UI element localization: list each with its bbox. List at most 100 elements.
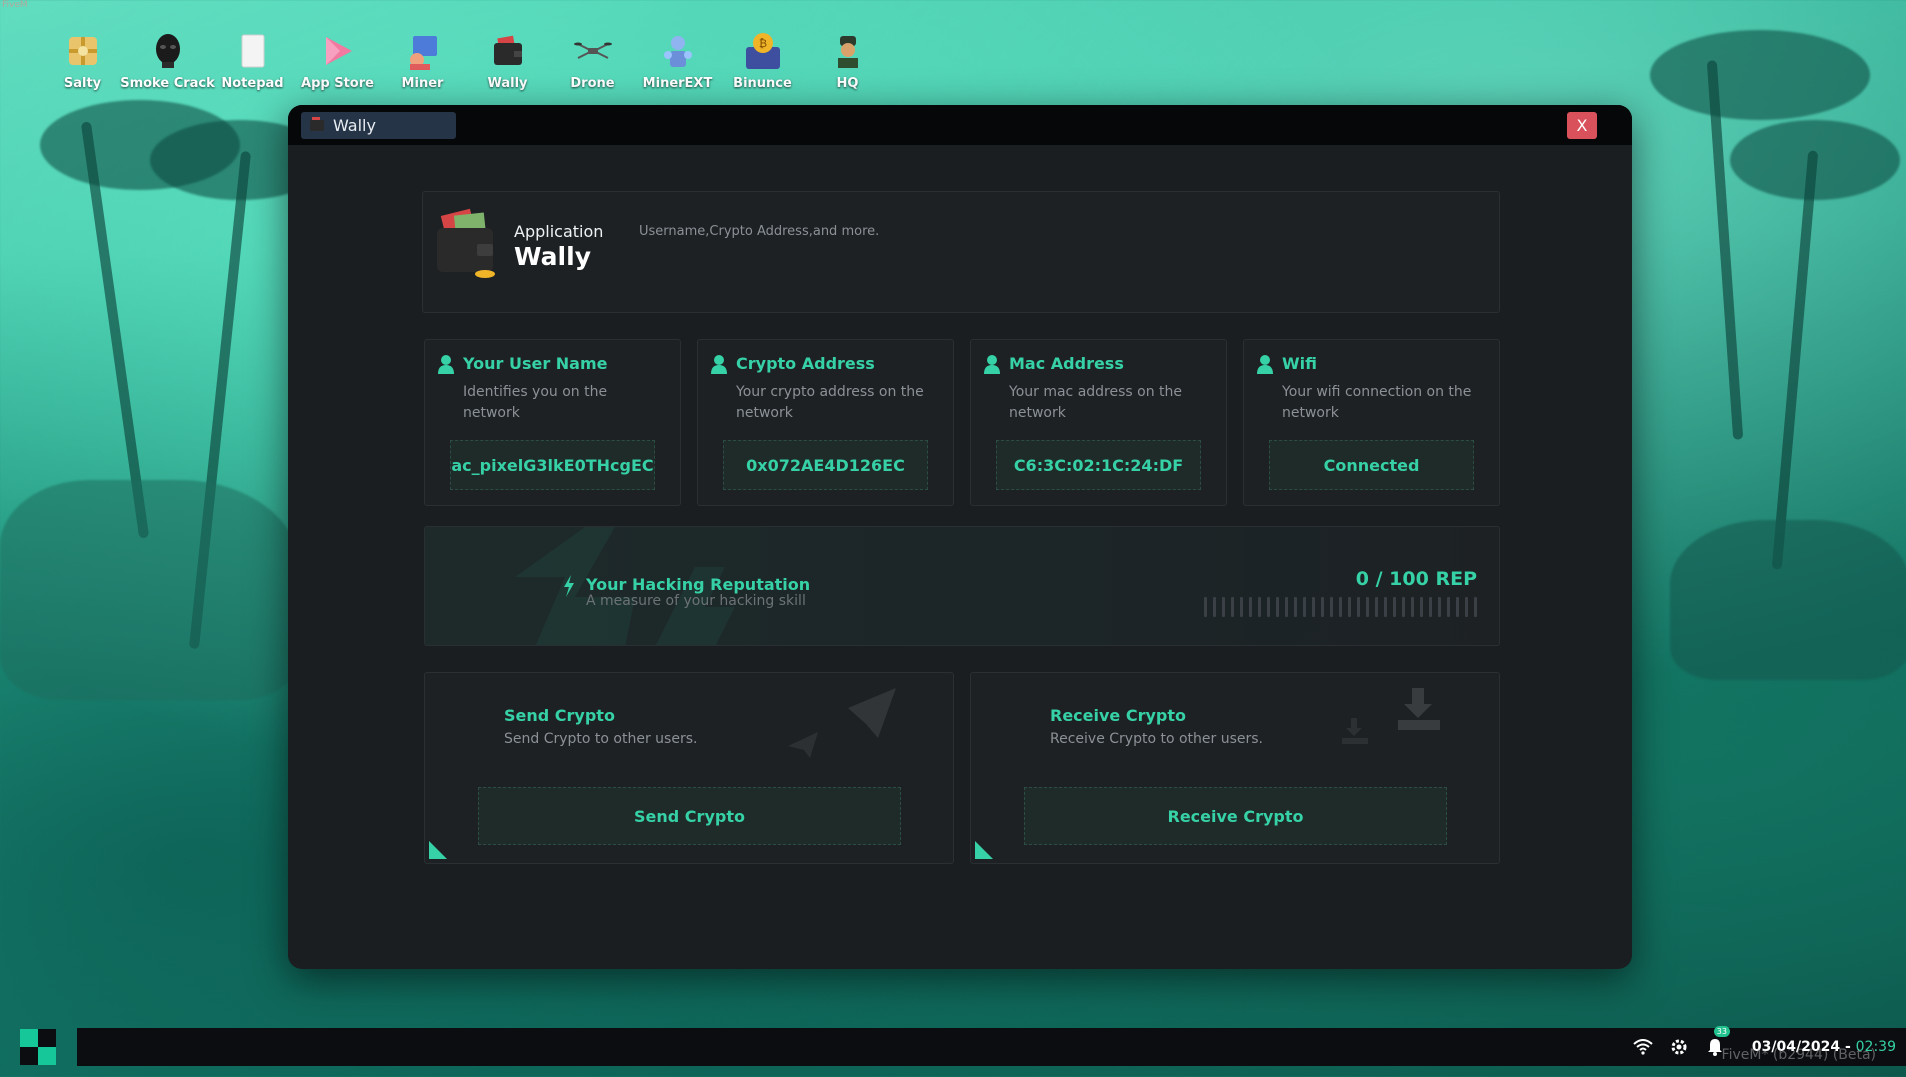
reputation-title: Your Hacking Reputation	[586, 575, 811, 594]
reputation-segment	[1249, 597, 1252, 617]
desktop-icon-label: HQ	[836, 76, 859, 91]
desktop-icon-drone[interactable]: Drone	[550, 30, 635, 91]
start-button[interactable]	[20, 1029, 56, 1065]
smoke-crack-icon	[149, 30, 187, 72]
desktop-icon-binunce[interactable]: ₿ Binunce	[720, 30, 805, 91]
username-value[interactable]: ac_pixelG3lkE0THcgEC	[450, 440, 655, 490]
card-title: Mac Address	[1009, 354, 1124, 373]
action-title: Send Crypto	[504, 706, 615, 725]
desktop-icon-wally[interactable]: Wally	[465, 30, 550, 91]
app-header: Application Wally Username,Crypto Addres…	[422, 191, 1500, 313]
notepad-icon	[234, 30, 272, 72]
hq-icon	[829, 30, 867, 72]
wifi-status-value[interactable]: Connected	[1269, 440, 1474, 490]
wallet-icon	[489, 30, 527, 72]
info-cards: Your User Name Identifies you on the net…	[422, 339, 1500, 506]
gear-icon[interactable]	[1664, 1034, 1694, 1060]
receive-crypto-panel: Receive Crypto Receive Crypto to other u…	[970, 672, 1500, 864]
user-icon	[438, 355, 454, 374]
action-title: Receive Crypto	[1050, 706, 1186, 725]
window-content: Application Wally Username,Crypto Addres…	[422, 191, 1500, 864]
desktop-icon-notepad[interactable]: Notepad	[210, 30, 295, 91]
desktop-icon-label: Smoke Crack	[120, 76, 215, 91]
reputation-segment	[1258, 597, 1261, 617]
desktop-icon-label: Binunce	[733, 76, 792, 91]
wallet-icon	[433, 204, 499, 280]
desktop-icon-label: App Store	[301, 76, 374, 91]
card-description: Your wifi connection on the network	[1282, 384, 1472, 421]
svg-text:₿: ₿	[758, 37, 766, 50]
card-mac-address: Mac Address Your mac address on the netw…	[970, 339, 1227, 506]
reputation-segment	[1213, 597, 1216, 617]
reputation-segment	[1420, 597, 1423, 617]
desktop-icon-label: Wally	[487, 76, 528, 91]
top-tag: FiveM	[2, 0, 28, 10]
desktop-icon-smoke-crack[interactable]: Smoke Crack	[120, 30, 215, 91]
drone-icon	[573, 30, 612, 72]
reputation-segment	[1321, 597, 1324, 617]
desktop-icon-label: Miner	[401, 76, 444, 91]
user-icon	[1257, 355, 1273, 374]
card-wifi: Wifi Your wifi connection on the network…	[1243, 339, 1500, 506]
reputation-segment	[1285, 597, 1288, 617]
card-crypto-address: Crypto Address Your crypto address on th…	[697, 339, 954, 506]
app-kicker: Application	[514, 222, 604, 241]
reputation-segment	[1357, 597, 1360, 617]
notification-badge: 33	[1713, 1026, 1730, 1037]
desktop-icon-app-store[interactable]: App Store	[295, 30, 380, 91]
reputation-segment	[1456, 597, 1459, 617]
salty-icon	[64, 30, 102, 72]
action-subtitle: Receive Crypto to other users.	[1050, 731, 1264, 747]
card-username: Your User Name Identifies you on the net…	[424, 339, 681, 506]
desktop-icon-label: MinerEXT	[642, 76, 713, 91]
card-description: Your mac address on the network	[1009, 384, 1183, 421]
reputation-segment	[1393, 597, 1396, 617]
card-description: Your crypto address on the network	[736, 384, 924, 421]
reputation-segment	[1384, 597, 1387, 617]
action-panels: Send Crypto Send Crypto to other users. …	[424, 672, 1500, 864]
close-button[interactable]: X	[1567, 112, 1597, 139]
reputation-segment	[1348, 597, 1351, 617]
wallet-icon	[309, 116, 325, 136]
user-icon	[711, 355, 727, 374]
reputation-segment	[1411, 597, 1414, 617]
fivem-watermark: FiveM* (b2944) (Beta)	[1721, 1047, 1876, 1063]
reputation-segment	[1339, 597, 1342, 617]
wally-window: Wally X Application Wally Username,Crypt…	[288, 105, 1632, 969]
reputation-segment	[1267, 597, 1270, 617]
desktop-icon-label: Drone	[570, 76, 615, 91]
app-store-icon	[319, 30, 357, 72]
reputation-segment	[1447, 597, 1450, 617]
bolt-icon	[564, 575, 574, 597]
wifi-icon[interactable]	[1628, 1034, 1658, 1060]
card-description: Identifies you on the network	[463, 384, 608, 421]
desktop-icon-miner[interactable]: Miner	[380, 30, 465, 91]
mac-address-value[interactable]: C6:3C:02:1C:24:DF	[996, 440, 1201, 490]
minerext-icon	[659, 30, 697, 72]
receive-crypto-button[interactable]: Receive Crypto	[1024, 787, 1447, 845]
miner-icon	[404, 30, 442, 72]
window-title: Wally	[333, 116, 376, 135]
reputation-segment	[1303, 597, 1306, 617]
reputation-segment	[1438, 597, 1441, 617]
action-subtitle: Send Crypto to other users.	[504, 731, 698, 747]
corner-accent	[975, 841, 993, 859]
desktop-icon-minerext[interactable]: MinerEXT	[635, 30, 720, 91]
desktop-icon-hq[interactable]: HQ	[805, 30, 890, 91]
binunce-icon: ₿	[744, 30, 782, 72]
corner-accent	[429, 841, 447, 859]
reputation-segment	[1429, 597, 1432, 617]
reputation-segment	[1375, 597, 1378, 617]
card-title: Crypto Address	[736, 354, 875, 373]
send-crypto-button[interactable]: Send Crypto	[478, 787, 901, 845]
desktop-icon-salty[interactable]: Salty	[40, 30, 125, 91]
taskbar: 33 03/04/2024 - 02:39	[77, 1026, 1906, 1066]
paper-plane-icon	[788, 688, 896, 758]
reputation-segment	[1231, 597, 1234, 617]
reputation-segment	[1312, 597, 1315, 617]
window-tab[interactable]: Wally	[301, 112, 456, 139]
window-titlebar[interactable]: Wally X	[288, 105, 1632, 145]
send-crypto-panel: Send Crypto Send Crypto to other users. …	[424, 672, 954, 864]
crypto-address-value[interactable]: 0x072AE4D126EC	[723, 440, 928, 490]
card-title: Wifi	[1282, 354, 1317, 373]
